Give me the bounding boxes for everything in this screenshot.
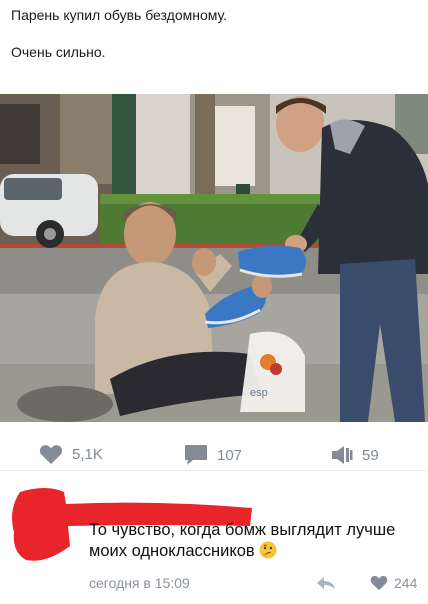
repost-icon — [332, 446, 353, 464]
like-button[interactable]: 5,1K — [39, 444, 103, 465]
comment-text: То чувство, когда бомж выглядит лучше мо… — [89, 520, 419, 562]
post-photo[interactable]: esp — [0, 94, 428, 422]
repost-count: 59 — [362, 446, 379, 464]
svg-text:esp: esp — [250, 387, 268, 399]
heart-icon — [39, 445, 63, 464]
post-text: Парень купил обувь бездомному. Очень сил… — [11, 6, 411, 80]
post-actions-bar: 5,1K 107 59 — [0, 440, 428, 470]
comment-count: 107 — [217, 446, 243, 464]
thinking-face-emoji — [259, 541, 277, 559]
repost-button[interactable]: 59 — [331, 444, 379, 466]
heart-icon-small — [370, 576, 388, 591]
comment-text-body: То чувство, когда бомж выглядит лучше мо… — [89, 521, 396, 560]
comment-icon — [185, 445, 207, 465]
comment: То чувство, когда бомж выглядит лучше мо… — [0, 478, 428, 604]
comment-like-button[interactable]: 244 — [370, 575, 417, 591]
comment-button[interactable]: 107 — [184, 444, 242, 466]
comment-timestamp: сегодня в 15:09 — [89, 575, 190, 591]
divider — [0, 470, 428, 471]
comment-like-count: 244 — [394, 575, 418, 591]
post-text-line-2: Очень сильно. — [11, 44, 106, 60]
post-text-line-1: Парень купил обувь бездомному. — [11, 7, 228, 23]
like-count: 5,1K — [72, 446, 103, 463]
reply-icon[interactable] — [316, 575, 336, 591]
